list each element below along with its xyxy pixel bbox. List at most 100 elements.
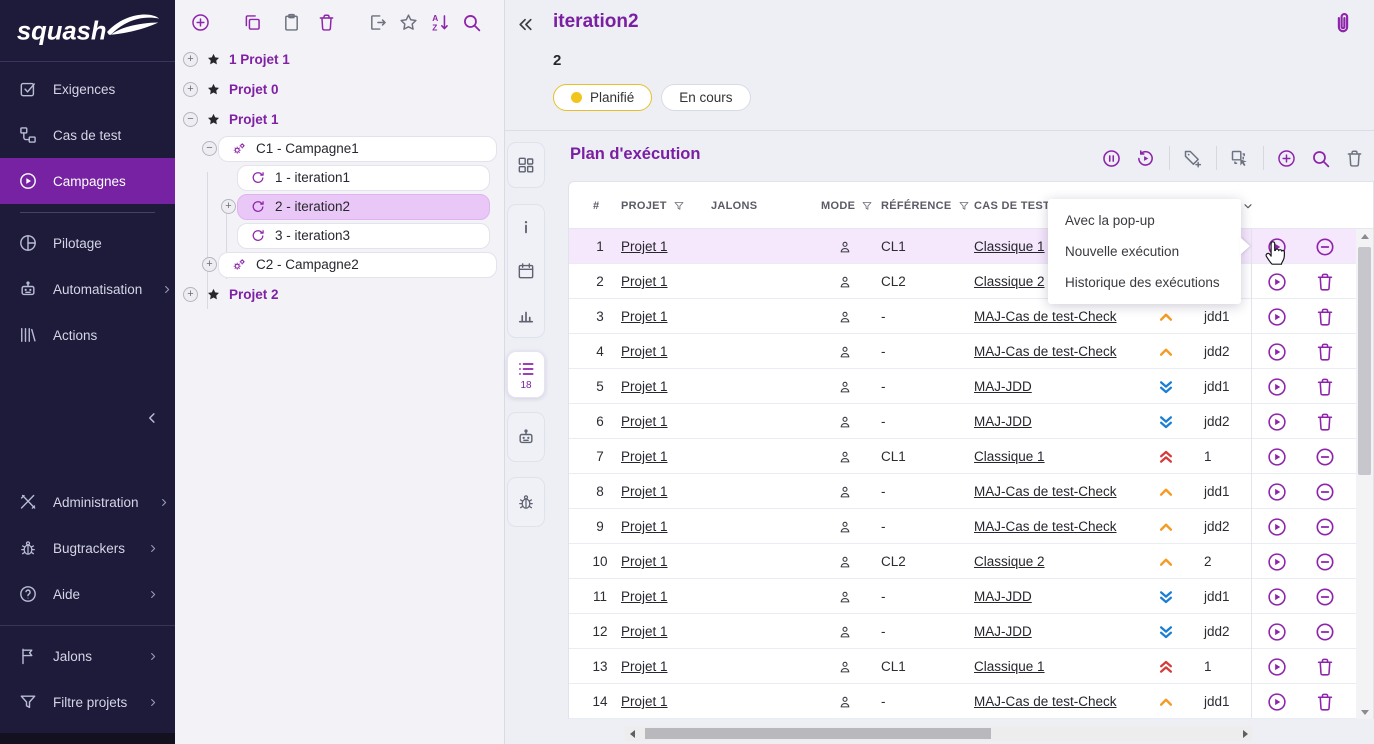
new-node-button[interactable]	[190, 11, 212, 33]
execute-button[interactable]	[1266, 374, 1291, 399]
project-link[interactable]: Projet 1	[621, 274, 668, 289]
test-case-link[interactable]: MAJ-JDD	[974, 414, 1032, 429]
remove-button[interactable]	[1314, 479, 1339, 504]
search-button[interactable]	[461, 11, 483, 33]
delete-button[interactable]	[1314, 374, 1339, 399]
sidebar-item-bugtrackers[interactable]: Bugtrackers	[0, 525, 175, 571]
tree-project-label[interactable]: Projet 0	[229, 82, 279, 97]
test-case-link[interactable]: MAJ-JDD	[974, 589, 1032, 604]
favorites-button[interactable]	[398, 11, 420, 33]
sidebar-item-pilotage[interactable]: Pilotage	[0, 220, 175, 266]
rail-tab-execution-plan[interactable]: 18	[509, 355, 543, 395]
vertical-scrollbar-thumb[interactable]	[1358, 247, 1371, 475]
rail-tab-information[interactable]	[509, 207, 543, 247]
remove-button[interactable]	[1314, 234, 1339, 259]
project-link[interactable]: Projet 1	[621, 624, 668, 639]
execute-button[interactable]	[1266, 689, 1291, 714]
remove-button[interactable]	[1314, 514, 1339, 539]
attachments-button[interactable]	[1328, 9, 1358, 39]
test-case-link[interactable]: Classique 1	[974, 659, 1045, 674]
execute-button[interactable]	[1266, 339, 1291, 364]
collapse-tree-button[interactable]	[512, 13, 538, 39]
delete-button[interactable]	[1314, 269, 1339, 294]
sidebar-item-jalons[interactable]: Jalons	[0, 633, 175, 679]
delete-button[interactable]	[1314, 339, 1339, 364]
column-header-projet[interactable]: PROJET	[621, 182, 685, 229]
column-header-num[interactable]: #	[593, 182, 599, 229]
test-case-link[interactable]: Classique 1	[974, 449, 1045, 464]
test-case-link[interactable]: Classique 2	[974, 554, 1045, 569]
execute-button[interactable]	[1266, 304, 1291, 329]
rail-tab-planning[interactable]	[509, 251, 543, 291]
sort-button[interactable]: AZ	[430, 11, 452, 33]
remove-button[interactable]	[1314, 444, 1339, 469]
tree-node-card[interactable]: 2 - iteration2	[237, 194, 490, 220]
add-test-case-button[interactable]	[1276, 147, 1298, 169]
execute-button[interactable]	[1266, 234, 1291, 259]
context-menu-item-nouvelle-execution[interactable]: Nouvelle exécution	[1048, 236, 1241, 267]
sidebar-item-aide[interactable]: Aide	[0, 571, 175, 617]
scroll-down-arrow[interactable]	[1356, 705, 1373, 719]
horizontal-scrollbar-thumb[interactable]	[645, 728, 991, 739]
rail-tab-statistics[interactable]	[509, 295, 543, 335]
remove-button[interactable]	[1314, 549, 1339, 574]
context-menu-item-historique-des-executions[interactable]: Historique des exécutions	[1048, 267, 1241, 298]
execute-button[interactable]	[1266, 444, 1291, 469]
delete-button[interactable]	[1314, 654, 1339, 679]
project-link[interactable]: Projet 1	[621, 309, 668, 324]
column-header-reference[interactable]: RÉFÉRENCE	[881, 182, 970, 229]
test-case-link[interactable]: MAJ-JDD	[974, 624, 1032, 639]
project-link[interactable]: Projet 1	[621, 659, 668, 674]
expand-toggle[interactable]: +	[221, 199, 236, 214]
sidebar-item-automatisation[interactable]: Automatisation	[0, 266, 175, 312]
project-link[interactable]: Projet 1	[621, 484, 668, 499]
expand-toggle[interactable]: +	[183, 287, 198, 302]
collapse-toggle[interactable]: −	[183, 112, 198, 127]
test-case-link[interactable]: MAJ-Cas de test-Check	[974, 309, 1117, 324]
test-case-link[interactable]: MAJ-JDD	[974, 379, 1032, 394]
project-link[interactable]: Projet 1	[621, 344, 668, 359]
rail-tab-dashboard[interactable]	[509, 145, 543, 185]
scroll-up-arrow[interactable]	[1356, 229, 1373, 243]
delete-button[interactable]	[1314, 304, 1339, 329]
execute-button[interactable]	[1266, 654, 1291, 679]
rail-tab-automation[interactable]	[509, 417, 543, 457]
collapse-toggle[interactable]: −	[202, 141, 217, 156]
test-case-link[interactable]: MAJ-Cas de test-Check	[974, 484, 1117, 499]
expand-toggle[interactable]: +	[202, 257, 217, 272]
sidebar-item-exigences[interactable]: Exigences	[0, 66, 175, 112]
rail-tab-issues[interactable]	[509, 482, 543, 522]
scroll-right-arrow[interactable]	[1238, 726, 1252, 741]
test-case-link[interactable]: Classique 1	[974, 239, 1045, 254]
delete-button[interactable]	[1314, 409, 1339, 434]
resume-executions-button[interactable]	[1135, 147, 1157, 169]
remove-button[interactable]	[1314, 584, 1339, 609]
sidebar-item-cas-de-test[interactable]: Cas de test	[0, 112, 175, 158]
execute-button[interactable]	[1266, 514, 1291, 539]
delete-button[interactable]	[1344, 147, 1366, 169]
project-link[interactable]: Projet 1	[621, 554, 668, 569]
tree-project-label[interactable]: 1 Projet 1	[229, 52, 290, 67]
execute-button[interactable]	[1266, 584, 1291, 609]
paste-button[interactable]	[281, 11, 303, 33]
pause-button[interactable]	[1101, 147, 1123, 169]
execute-button[interactable]	[1266, 619, 1291, 644]
tree-node-card[interactable]: 1 - iteration1	[237, 165, 490, 191]
tree-project-label[interactable]: Projet 2	[229, 287, 279, 302]
sidebar-item-administration[interactable]: Administration	[0, 479, 175, 525]
delete-button[interactable]	[1314, 689, 1339, 714]
sidebar-item-filtre-projets[interactable]: Filtre projets	[0, 679, 175, 725]
test-case-link[interactable]: MAJ-Cas de test-Check	[974, 694, 1117, 709]
execute-button[interactable]	[1266, 269, 1291, 294]
test-case-link[interactable]: MAJ-Cas de test-Check	[974, 519, 1117, 534]
column-header-jalons[interactable]: JALONS	[711, 182, 757, 229]
tree-node-card[interactable]: 3 - iteration3	[237, 223, 490, 249]
scroll-left-arrow[interactable]	[625, 726, 639, 741]
execute-button[interactable]	[1266, 409, 1291, 434]
vertical-scrollbar[interactable]	[1356, 229, 1373, 719]
project-link[interactable]: Projet 1	[621, 449, 668, 464]
expand-toggle[interactable]: +	[183, 52, 198, 67]
context-menu-item-avec-la-pop-up[interactable]: Avec la pop-up	[1048, 205, 1241, 236]
execute-button[interactable]	[1266, 549, 1291, 574]
project-link[interactable]: Projet 1	[621, 414, 668, 429]
